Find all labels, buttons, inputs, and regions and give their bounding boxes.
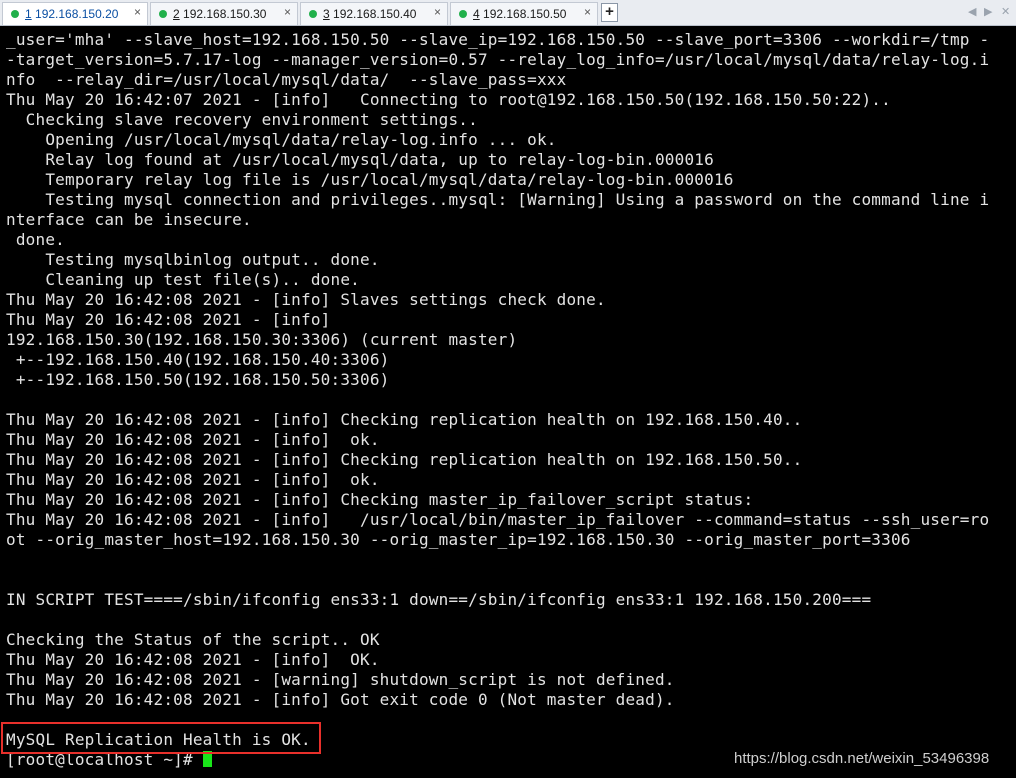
terminal-line: Thu May 20 16:42:08 2021 - [info] Got ex… <box>6 690 675 709</box>
connected-status-icon <box>11 10 19 18</box>
terminal-output[interactable]: _user='mha' --slave_host=192.168.150.50 … <box>6 30 1014 770</box>
terminal-line: Opening /usr/local/mysql/data/relay-log.… <box>6 130 557 149</box>
terminal-line: Checking slave recovery environment sett… <box>6 110 478 129</box>
terminal-line: Relay log found at /usr/local/mysql/data… <box>6 150 714 169</box>
terminal-line: nfo --relay_dir=/usr/local/mysql/data/ -… <box>6 70 567 89</box>
terminal-line: Thu May 20 16:42:08 2021 - [info] /usr/l… <box>6 510 990 529</box>
tab-session-4[interactable]: 4 192.168.150.50 × <box>450 2 598 25</box>
terminal-line: Thu May 20 16:42:08 2021 - [info] Checki… <box>6 410 803 429</box>
terminal-line: Checking the Status of the script.. OK <box>6 630 380 649</box>
terminal-line: 192.168.150.30(192.168.150.30:3306) (cur… <box>6 330 518 349</box>
terminal-line: +--192.168.150.50(192.168.150.50:3306) <box>6 370 390 389</box>
session-tab-bar: 1 192.168.150.20 × 2 192.168.150.30 × 3 … <box>0 0 1016 26</box>
terminal-line: Thu May 20 16:42:08 2021 - [info] Checki… <box>6 490 754 509</box>
tab-label: 2 192.168.150.30 <box>173 7 267 21</box>
new-tab-button[interactable]: + <box>601 3 618 22</box>
terminal-line: Testing mysql connection and privileges.… <box>6 190 990 209</box>
terminal-line: Thu May 20 16:42:08 2021 - [warning] shu… <box>6 670 675 689</box>
highlight-box <box>1 722 321 754</box>
tab-label: 3 192.168.150.40 <box>323 7 417 21</box>
scroll-tabs-right-icon[interactable]: ▶ <box>984 5 992 18</box>
close-tab-icon[interactable]: × <box>434 5 441 19</box>
watermark: https://blog.csdn.net/weixin_53496398 <box>734 750 990 767</box>
terminal-line: Thu May 20 16:42:08 2021 - [info] ok. <box>6 470 380 489</box>
tab-label: 4 192.168.150.50 <box>473 7 567 21</box>
terminal-line: ot --orig_master_host=192.168.150.30 --o… <box>6 530 911 549</box>
connected-status-icon <box>459 10 467 18</box>
terminal-line: Thu May 20 16:42:08 2021 - [info] OK. <box>6 650 380 669</box>
terminal-line: Temporary relay log file is /usr/local/m… <box>6 170 734 189</box>
terminal-line: IN SCRIPT TEST====/sbin/ifconfig ens33:1… <box>6 590 872 609</box>
terminal-line: Thu May 20 16:42:07 2021 - [info] Connec… <box>6 90 891 109</box>
terminal-line: nterface can be insecure. <box>6 210 252 229</box>
tab-label: 1 192.168.150.20 <box>25 7 119 21</box>
tab-session-3[interactable]: 3 192.168.150.40 × <box>300 2 448 25</box>
terminal-line: Thu May 20 16:42:08 2021 - [info] <box>6 310 331 329</box>
terminal-line: Thu May 20 16:42:08 2021 - [info] Slaves… <box>6 290 606 309</box>
connected-status-icon <box>309 10 317 18</box>
terminal-line: Cleaning up test file(s).. done. <box>6 270 360 289</box>
tab-session-1[interactable]: 1 192.168.150.20 × <box>2 2 148 25</box>
terminal-line: _user='mha' --slave_host=192.168.150.50 … <box>6 30 990 49</box>
close-tab-icon[interactable]: × <box>134 5 141 19</box>
tab-session-2[interactable]: 2 192.168.150.30 × <box>150 2 298 25</box>
terminal-line: -target_version=5.7.17-log --manager_ver… <box>6 50 990 69</box>
terminal-line: Thu May 20 16:42:08 2021 - [info] ok. <box>6 430 380 449</box>
terminal-line: Testing mysqlbinlog output.. done. <box>6 250 380 269</box>
close-tab-icon[interactable]: × <box>584 5 591 19</box>
terminal-line: done. <box>6 230 65 249</box>
close-window-icon[interactable]: ✕ <box>1001 5 1010 18</box>
scroll-tabs-left-icon[interactable]: ◀ <box>968 5 976 18</box>
terminal-line: Thu May 20 16:42:08 2021 - [info] Checki… <box>6 450 803 469</box>
close-tab-icon[interactable]: × <box>284 5 291 19</box>
connected-status-icon <box>159 10 167 18</box>
terminal-line: +--192.168.150.40(192.168.150.40:3306) <box>6 350 390 369</box>
